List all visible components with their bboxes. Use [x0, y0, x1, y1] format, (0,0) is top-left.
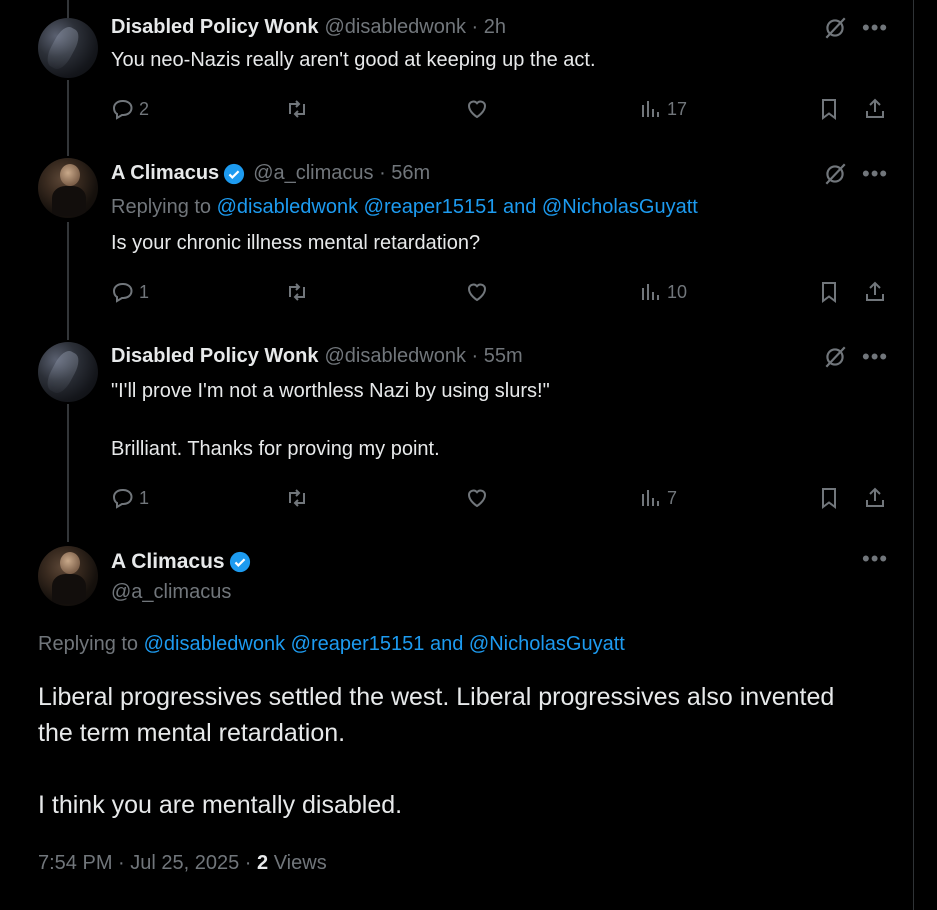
- replying-to: Replying to @disabledwonk @reaper15151 a…: [38, 633, 625, 656]
- avatar[interactable]: [38, 342, 98, 402]
- retweet-button[interactable]: [285, 277, 309, 307]
- views-count: 7: [667, 487, 678, 508]
- retweet-button[interactable]: [285, 94, 309, 124]
- thread-line: [67, 0, 69, 18]
- tweet-meta: 7:54 PM · Jul 25, 2025 · 2 Views: [38, 852, 327, 875]
- handle-time[interactable]: @a_climacus · 56m: [253, 162, 430, 185]
- views-icon: [642, 101, 659, 117]
- reply-count: 1: [139, 281, 150, 302]
- more-icon[interactable]: •••: [862, 17, 888, 39]
- replying-label: Replying to: [38, 633, 139, 655]
- handle[interactable]: @a_climacus: [111, 581, 231, 604]
- reply-button[interactable]: 2: [111, 94, 149, 124]
- bookmark-icon: [822, 488, 836, 509]
- bookmark-icon: [822, 99, 836, 120]
- display-name[interactable]: Disabled Policy Wonk: [111, 345, 318, 368]
- like-icon: [467, 283, 487, 302]
- reply-button[interactable]: 1: [111, 277, 149, 307]
- more-icon[interactable]: •••: [862, 163, 888, 185]
- avatar[interactable]: [38, 18, 98, 78]
- tweet-text: "I'll prove I'm not a worthless Nazi by …: [111, 380, 550, 460]
- handle-time[interactable]: @disabledwonk · 2h: [324, 16, 506, 39]
- views-button[interactable]: 10: [639, 277, 687, 307]
- more-icon[interactable]: •••: [862, 548, 888, 570]
- like-button[interactable]: [465, 94, 489, 124]
- share-button[interactable]: [863, 483, 887, 513]
- retweet-icon: [289, 489, 305, 507]
- like-icon: [467, 489, 487, 508]
- replying-links[interactable]: @disabledwonk @reaper15151 and @Nicholas…: [217, 196, 698, 218]
- more-icon[interactable]: •••: [862, 346, 888, 368]
- views-icon: [642, 284, 659, 300]
- thread-line: [67, 404, 69, 542]
- share-button[interactable]: [863, 277, 887, 307]
- retweet-icon: [289, 100, 305, 118]
- grok-icon[interactable]: [822, 161, 848, 187]
- reply-icon: [112, 489, 133, 509]
- views-icon: [642, 490, 659, 506]
- tweet-text: You neo-Nazis really aren't good at keep…: [111, 49, 596, 71]
- bookmark-button[interactable]: [817, 277, 841, 307]
- verified-badge-icon: [229, 551, 250, 573]
- share-button[interactable]: [863, 94, 887, 124]
- share-icon: [866, 487, 884, 507]
- reply-count: 1: [139, 487, 150, 508]
- thread-line: [67, 80, 69, 156]
- reply-icon: [112, 100, 133, 120]
- replying-to: Replying to @disabledwonk @reaper15151 a…: [111, 196, 698, 219]
- grok-icon[interactable]: [822, 15, 848, 41]
- bookmark-button[interactable]: [817, 94, 841, 124]
- reply-icon: [112, 283, 133, 303]
- bookmark-button[interactable]: [817, 483, 841, 513]
- timestamp[interactable]: 7:54 PM · Jul 25, 2025 ·: [38, 852, 257, 874]
- display-name[interactable]: A Climacus: [111, 162, 219, 185]
- avatar[interactable]: [38, 546, 98, 606]
- retweet-icon: [289, 283, 305, 301]
- grok-icon[interactable]: [822, 344, 848, 370]
- views-label: Views: [273, 852, 327, 874]
- avatar[interactable]: [38, 158, 98, 218]
- handle-time[interactable]: @disabledwonk · 55m: [324, 345, 522, 368]
- retweet-button[interactable]: [285, 483, 309, 513]
- share-icon: [866, 98, 884, 118]
- reply-count: 2: [139, 98, 150, 119]
- views-button[interactable]: 7: [639, 483, 677, 513]
- views-count: 2: [257, 852, 269, 874]
- views-count: 17: [667, 98, 688, 119]
- like-button[interactable]: [465, 483, 489, 513]
- tweet-text: Is your chronic illness mental retardati…: [111, 232, 481, 254]
- verified-badge-icon: [224, 163, 245, 184]
- reply-button[interactable]: 1: [111, 483, 149, 513]
- share-icon: [866, 281, 884, 301]
- display-name[interactable]: A Climacus: [111, 550, 225, 574]
- replying-label: Replying to: [111, 196, 212, 218]
- thread-line: [67, 222, 69, 340]
- like-button[interactable]: [465, 277, 489, 307]
- views-button[interactable]: 17: [639, 94, 687, 124]
- main-tweet-text: Liberal progressives settled the west. L…: [38, 683, 835, 819]
- right-column-border: [913, 0, 914, 910]
- display-name[interactable]: Disabled Policy Wonk: [111, 16, 318, 39]
- views-count: 10: [667, 281, 688, 302]
- like-icon: [467, 100, 487, 119]
- bookmark-icon: [822, 282, 836, 303]
- replying-links[interactable]: @disabledwonk @reaper15151 and @Nicholas…: [144, 633, 625, 655]
